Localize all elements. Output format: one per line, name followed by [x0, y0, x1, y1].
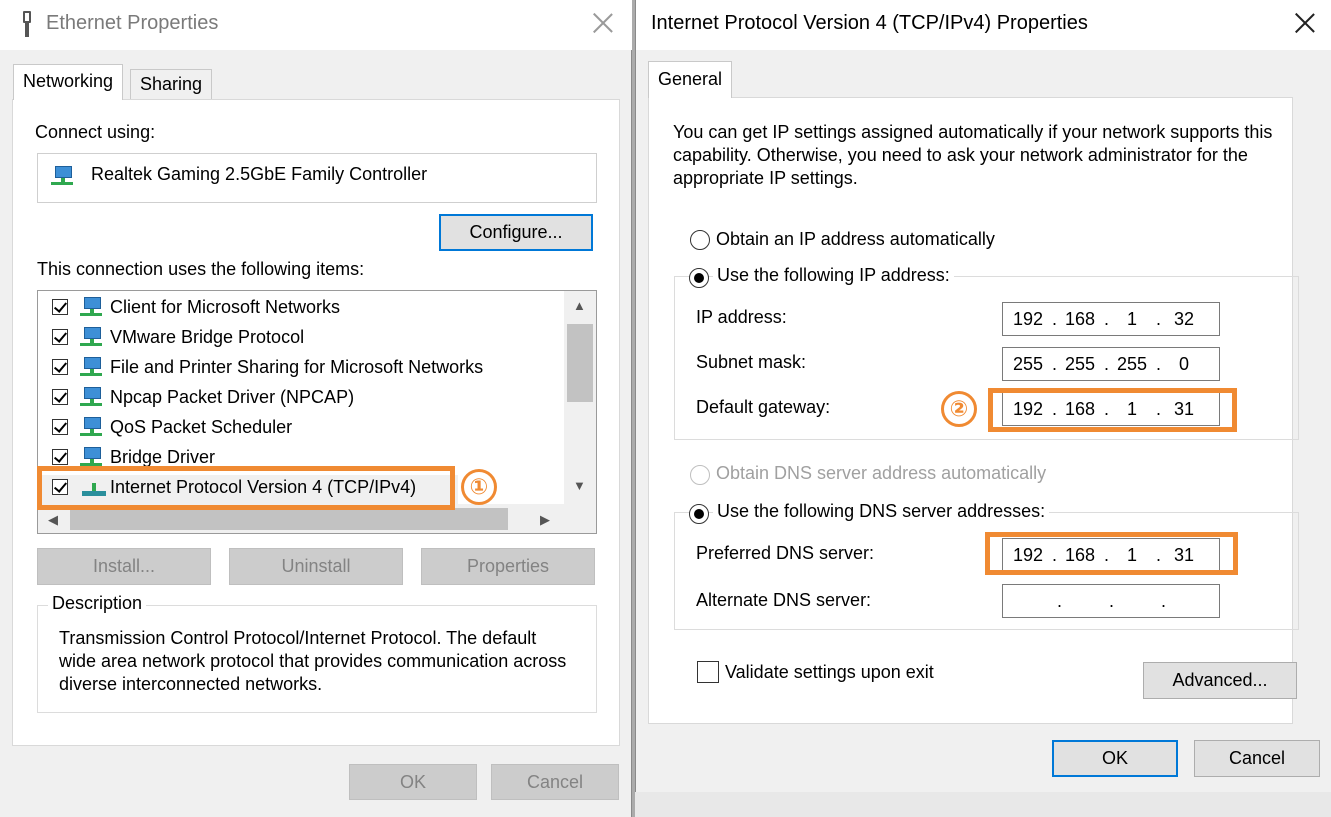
list-item-label: File and Printer Sharing for Microsoft N… [110, 357, 484, 377]
validate-checkbox[interactable] [697, 661, 719, 683]
adapter-name: Realtek Gaming 2.5GbE Family Controller [91, 164, 428, 184]
ip-address-field[interactable]: 192. 168. 1. 32 [1002, 302, 1220, 336]
item-checkbox[interactable] [52, 299, 68, 315]
list-item-label: Client for Microsoft Networks [110, 297, 341, 317]
item-checkbox[interactable] [52, 449, 68, 465]
item-checkbox[interactable] [52, 329, 68, 345]
preferred-dns-label: Preferred DNS server: [696, 543, 875, 563]
annotation-highlight-1 [37, 466, 455, 510]
connect-using-label: Connect using: [35, 122, 156, 142]
ethernet-titlebar: Ethernet Properties [0, 0, 632, 50]
use-following-ip-label: Use the following IP address: [713, 265, 954, 286]
alternate-dns-field[interactable]: . . . [1002, 584, 1220, 618]
list-item[interactable]: Npcap Packet Driver (NPCAP) [38, 385, 563, 415]
close-icon[interactable] [1294, 12, 1316, 34]
items-label: This connection uses the following items… [37, 259, 365, 279]
cancel-button[interactable]: Cancel [491, 764, 619, 800]
tab-general-label: General [658, 69, 723, 89]
annotation-highlight-gateway [988, 388, 1237, 432]
vertical-scrollbar[interactable]: ▲ ▼ [564, 291, 596, 504]
subnet-mask-label: Subnet mask: [696, 352, 807, 372]
ipv4-properties-dialog: Internet Protocol Version 4 (TCP/IPv4) P… [635, 0, 1331, 792]
network-client-icon [79, 297, 103, 319]
configure-button[interactable]: Configure... [439, 214, 593, 251]
network-service-icon [79, 357, 103, 379]
install-button[interactable]: Install... [37, 548, 211, 585]
close-icon[interactable] [592, 12, 614, 34]
uninstall-button[interactable]: Uninstall [229, 548, 403, 585]
obtain-ip-auto-label: Obtain an IP address automatically [716, 229, 995, 249]
list-item-label: Npcap Packet Driver (NPCAP) [110, 387, 355, 407]
network-adapter-icon [50, 166, 74, 188]
scrollbar-thumb[interactable] [567, 324, 593, 402]
network-service-icon [79, 417, 103, 439]
adapter-box: Realtek Gaming 2.5GbE Family Controller [37, 153, 597, 203]
ok-button[interactable]: OK [349, 764, 477, 800]
scrollbar-corner [564, 504, 596, 533]
ip-address-label: IP address: [696, 307, 787, 327]
hscrollbar-thumb[interactable] [70, 508, 508, 530]
tab-general[interactable]: General [648, 61, 733, 98]
ipv4-titlebar: Internet Protocol Version 4 (TCP/IPv4) P… [636, 0, 1331, 50]
advanced-button[interactable]: Advanced... [1143, 662, 1297, 699]
use-following-dns-label: Use the following DNS server addresses: [713, 501, 1050, 522]
ok-button[interactable]: OK [1052, 740, 1178, 777]
description-legend: Description [48, 593, 147, 614]
scroll-down-icon[interactable]: ▼ [573, 479, 586, 492]
list-item[interactable]: Client for Microsoft Networks [38, 295, 563, 325]
network-protocol-icon [79, 327, 103, 349]
list-item[interactable]: File and Printer Sharing for Microsoft N… [38, 355, 563, 385]
item-checkbox[interactable] [52, 419, 68, 435]
description-text: Transmission Control Protocol/Internet P… [59, 628, 567, 694]
scroll-left-icon[interactable]: ◀ [48, 513, 58, 526]
use-following-ip-radio[interactable] [689, 268, 709, 288]
ipv4-title: Internet Protocol Version 4 (TCP/IPv4) P… [651, 12, 1088, 34]
default-gateway-label: Default gateway: [696, 397, 831, 417]
alternate-dns-label: Alternate DNS server: [696, 590, 872, 610]
annotation-step-1: ① [461, 469, 497, 505]
scroll-right-icon[interactable]: ▶ [540, 513, 550, 526]
description-group: Description Transmission Control Protoco… [37, 593, 597, 713]
network-protocol-icon [79, 387, 103, 409]
intro-text: You can get IP settings assigned automat… [673, 122, 1273, 188]
ethernet-cable-icon [20, 11, 34, 37]
obtain-dns-auto-label: Obtain DNS server address automatically [716, 463, 1047, 483]
tab-networking-label: Networking [23, 71, 114, 91]
annotation-step-2: ② [941, 391, 977, 427]
list-item-label: Bridge Driver [110, 447, 216, 467]
ethernet-title: Ethernet Properties [46, 12, 219, 34]
background-window-strip [635, 792, 1331, 817]
tab-sharing[interactable]: Sharing [130, 69, 213, 99]
cancel-button[interactable]: Cancel [1194, 740, 1320, 777]
list-item[interactable]: VMware Bridge Protocol [38, 325, 563, 355]
list-item-label: QoS Packet Scheduler [110, 417, 293, 437]
validate-label: Validate settings upon exit [725, 662, 934, 682]
item-checkbox[interactable] [52, 359, 68, 375]
scroll-up-icon[interactable]: ▲ [573, 299, 586, 312]
tab-sharing-label: Sharing [140, 74, 203, 94]
list-item-label: VMware Bridge Protocol [110, 327, 305, 347]
item-checkbox[interactable] [52, 389, 68, 405]
obtain-ip-auto-radio[interactable] [690, 230, 710, 250]
networking-panel: Connect using: Realtek Gaming 2.5GbE Fam… [12, 99, 620, 746]
ethernet-properties-dialog: Ethernet Properties Networking Sharing C… [0, 0, 632, 817]
annotation-highlight-dns [985, 532, 1238, 575]
tab-networking[interactable]: Networking [13, 64, 124, 100]
use-following-dns-radio[interactable] [689, 504, 709, 524]
list-item[interactable]: QoS Packet Scheduler [38, 415, 563, 445]
obtain-dns-auto-radio[interactable] [690, 465, 710, 485]
subnet-mask-field[interactable]: 255. 255. 255. 0 [1002, 347, 1220, 381]
properties-button[interactable]: Properties [421, 548, 595, 585]
